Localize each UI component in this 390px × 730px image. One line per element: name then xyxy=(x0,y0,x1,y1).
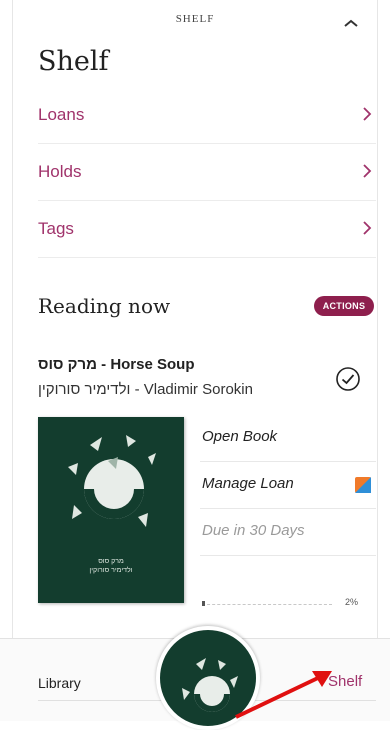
chevron-up-icon[interactable] xyxy=(343,18,359,28)
chevron-right-icon xyxy=(363,107,372,121)
chevron-right-icon xyxy=(363,221,372,235)
shelf-item-tags[interactable]: Tags xyxy=(38,201,376,258)
book-title: מרק סוס - Horse Soup xyxy=(38,356,195,373)
due-date: Due in 30 Days xyxy=(200,509,376,556)
manage-loan-action[interactable]: Manage Loan xyxy=(200,462,376,509)
shelf-item-label: Tags xyxy=(38,219,74,238)
chevron-right-icon xyxy=(363,164,372,178)
reading-now-heading: Reading now xyxy=(38,294,171,318)
reading-progress-fill xyxy=(202,601,205,606)
shelf-item-loans[interactable]: Loans xyxy=(38,87,376,144)
actions-button[interactable]: ACTIONS xyxy=(314,296,374,316)
nav-library[interactable]: Library xyxy=(38,675,81,691)
open-book-action[interactable]: Open Book xyxy=(200,415,376,462)
manage-loan-label: Manage Loan xyxy=(202,475,294,492)
due-date-label: Due in 30 Days xyxy=(202,522,305,539)
shelf-item-label: Loans xyxy=(38,105,85,124)
top-bar-label: SHELF xyxy=(175,13,215,25)
page-title: Shelf xyxy=(38,46,109,77)
reading-progress-track xyxy=(202,604,332,606)
book-author: ולדימיר סורוקין - Vladimir Sorokin xyxy=(38,381,253,398)
loan-app-icon xyxy=(355,477,371,493)
top-bar: SHELF xyxy=(0,0,390,38)
open-book-label: Open Book xyxy=(202,428,278,445)
panel-edge-left xyxy=(12,0,13,640)
cover-text: מרק סוס ולדימיר סורוקין xyxy=(89,558,133,574)
cover-artwork xyxy=(68,435,156,527)
shelf-item-label: Holds xyxy=(38,162,82,181)
book-cover[interactable]: מרק סוס ולדימיר סורוקין xyxy=(38,417,184,603)
check-circle-icon[interactable] xyxy=(335,366,361,392)
shelf-item-holds[interactable]: Holds xyxy=(38,144,376,201)
annotation-arrow xyxy=(235,671,332,719)
reading-progress-percent: 2% xyxy=(345,597,359,607)
panel-edge-right xyxy=(377,0,378,640)
